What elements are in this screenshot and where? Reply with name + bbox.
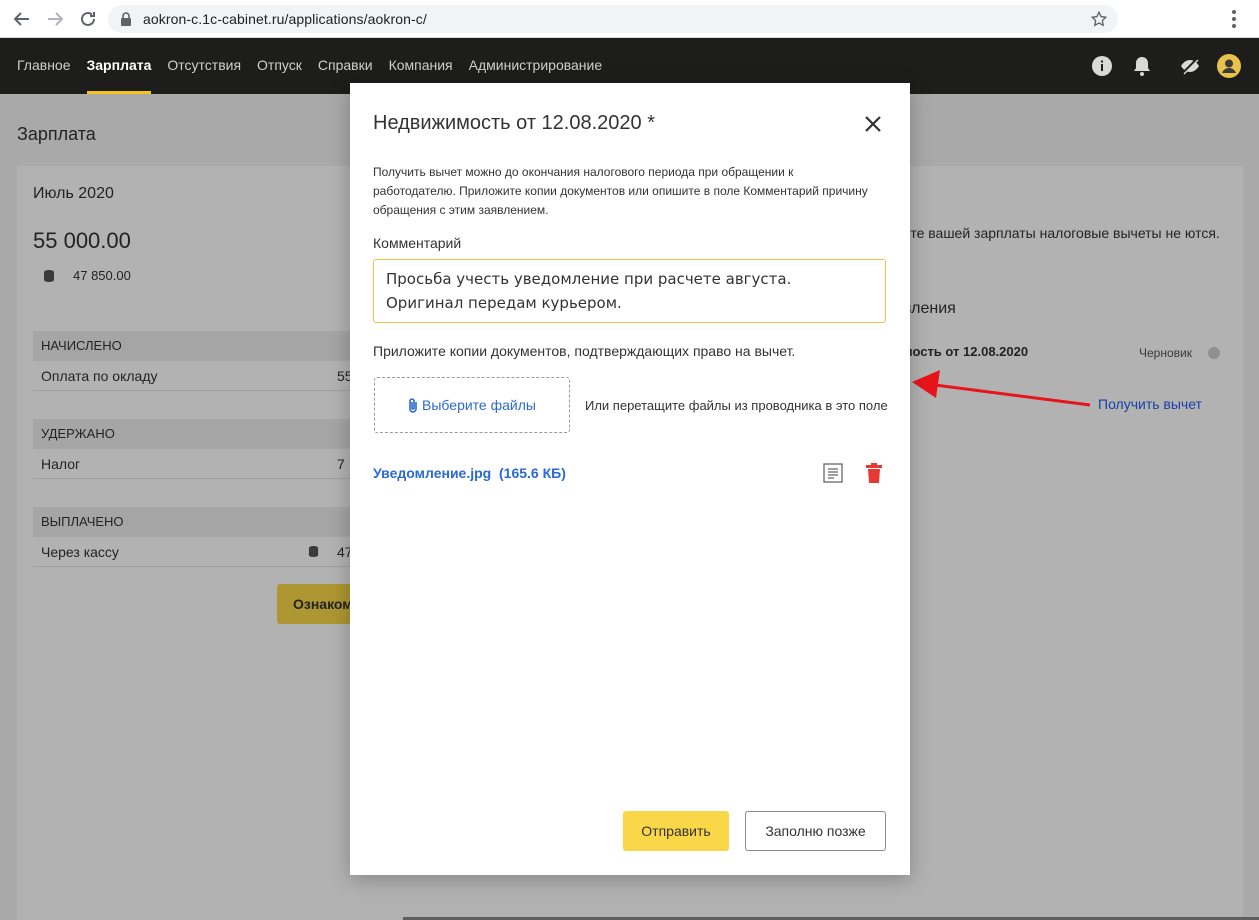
file-size: (165.6 КБ): [499, 465, 566, 481]
close-icon: [865, 116, 881, 132]
comment-label: Комментарий: [373, 235, 462, 251]
reload-icon: [81, 11, 95, 26]
dialog-info-text: Получить вычет можно до окончания налого…: [373, 165, 868, 217]
lock-icon: [121, 12, 131, 26]
nav-item-absences[interactable]: Отсутствия: [159, 38, 249, 94]
nav-item-vacation[interactable]: Отпуск: [249, 38, 310, 94]
browser-menu-button[interactable]: [1222, 7, 1246, 31]
file-preview-button[interactable]: [822, 462, 844, 484]
arrow-right-icon: [48, 12, 64, 26]
trash-icon: [866, 463, 882, 483]
file-delete-button[interactable]: [863, 462, 885, 484]
nav-item-salary[interactable]: Зарплата: [79, 38, 160, 94]
drop-hint: Или перетащите файлы из проводника в это…: [585, 398, 888, 413]
avatar-icon: [1217, 54, 1241, 78]
star-icon[interactable]: [1090, 10, 1108, 28]
choose-files-label: Выберите файлы: [422, 397, 536, 413]
choose-files-button[interactable]: Выберите файлы: [374, 377, 570, 433]
visibility-toggle-button[interactable]: [1178, 54, 1202, 78]
bell-icon: [1134, 57, 1150, 76]
attach-hint: Приложите копии документов, подтверждающ…: [373, 343, 796, 359]
address-bar[interactable]: aokron-c.1c-cabinet.ru/applications/aokr…: [108, 5, 1118, 33]
notifications-button[interactable]: [1130, 54, 1154, 78]
fill-later-button[interactable]: Заполню позже: [745, 811, 886, 851]
user-avatar-button[interactable]: [1217, 54, 1241, 78]
close-button[interactable]: [862, 113, 884, 135]
browser-toolbar: aokron-c.1c-cabinet.ru/applications/aokr…: [0, 0, 1259, 38]
info-button[interactable]: [1090, 54, 1114, 78]
file-name: Уведомление.jpg: [373, 465, 492, 481]
paperclip-icon: [409, 398, 417, 413]
eye-off-icon: [1181, 58, 1199, 75]
reload-button[interactable]: [76, 7, 100, 31]
send-button[interactable]: Отправить: [623, 811, 729, 851]
attached-file-link[interactable]: Уведомление.jpg (165.6 КБ): [373, 465, 566, 481]
document-icon: [823, 463, 843, 483]
back-button[interactable]: [10, 7, 34, 31]
info-icon: [1092, 56, 1112, 76]
url-text: aokron-c.1c-cabinet.ru/applications/aokr…: [143, 11, 427, 27]
comment-textarea[interactable]: Просьба учесть уведомление при расчете а…: [373, 259, 886, 323]
annotation-label[interactable]: Получить вычет: [1098, 396, 1202, 412]
deduction-dialog: Недвижимость от 12.08.2020 * Получить вы…: [350, 83, 910, 875]
nav-item-main[interactable]: Главное: [0, 38, 79, 94]
forward-button[interactable]: [43, 7, 67, 31]
kebab-menu-icon: [1232, 10, 1236, 28]
dialog-title: Недвижимость от 12.08.2020 *: [373, 112, 655, 134]
arrow-left-icon: [13, 12, 29, 26]
